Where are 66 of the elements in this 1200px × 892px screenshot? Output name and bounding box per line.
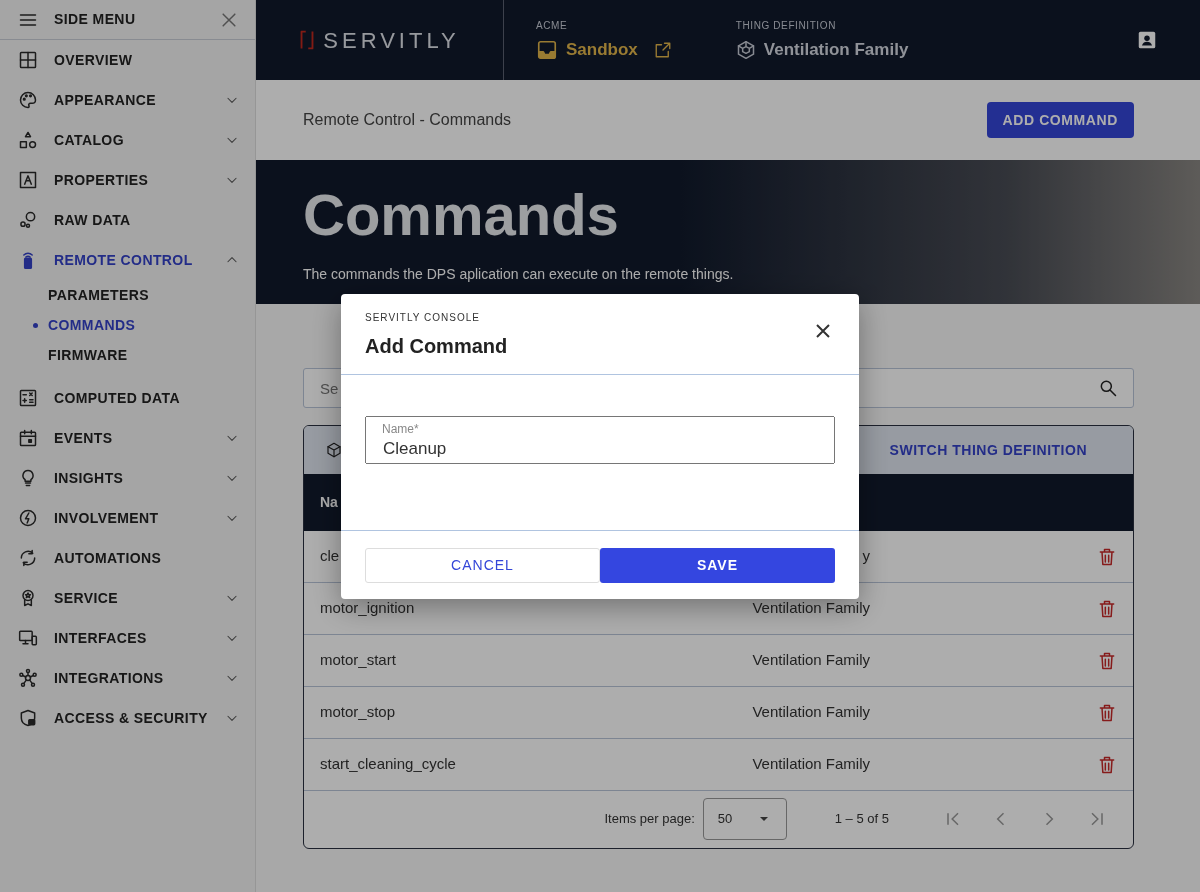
lightning-icon: [18, 508, 38, 528]
submenu-item[interactable]: FIRMWARE: [0, 340, 255, 370]
sidebar-title: SIDE MENU: [54, 10, 137, 29]
table-cell: Ventilation Family: [752, 599, 870, 617]
sidebar-item[interactable]: ACCESS & SECURITY: [0, 698, 255, 738]
sidebar-item[interactable]: COMPUTED DATA: [0, 378, 255, 418]
thing-definition-label: THING DEFINITION: [735, 18, 837, 33]
logo: SERVITLY: [299, 23, 460, 57]
devices-icon: [18, 628, 38, 648]
table-cell: motor_start: [320, 651, 396, 669]
table-cell: cle: [320, 547, 340, 565]
sidebar-item[interactable]: RAW DATA: [0, 200, 255, 240]
table-cell: motor_stop: [320, 703, 396, 721]
add-command-button[interactable]: ADD COMMAND: [986, 102, 1134, 138]
bubbles-icon: [18, 210, 38, 230]
column-header: Na: [320, 493, 338, 512]
page-title: Commands: [303, 181, 620, 249]
network-icon: [18, 668, 38, 688]
calculator-icon: [18, 388, 38, 408]
palette-icon: [18, 90, 38, 110]
cube-icon: [735, 39, 756, 60]
sidebar-item[interactable]: INTERFACES: [0, 618, 255, 658]
submenu-item[interactable]: PARAMETERS: [0, 280, 255, 310]
page-subtitle: The commands the DPS aplication can execute on the remote things.: [303, 265, 735, 284]
external-link-icon[interactable]: [653, 40, 672, 59]
table-cell: y: [862, 547, 870, 565]
switch-thing-definition-button[interactable]: SWITCH THING DEFINITION: [883, 438, 1093, 462]
dialog-title: Add Command: [365, 334, 508, 359]
table-cell: Ventilation Family: [752, 755, 870, 773]
account-icon[interactable]: [1136, 29, 1158, 51]
search-icon[interactable]: [1098, 378, 1118, 398]
table-cell: motor_ignition: [320, 599, 415, 617]
field-label: Name*: [382, 422, 419, 436]
tenant-name[interactable]: Sandbox: [566, 36, 638, 63]
cancel-button[interactable]: CANCEL: [365, 548, 600, 583]
table-cell: start_cleaning_cycle: [320, 755, 456, 773]
sidebar-item[interactable]: PROPERTIES: [0, 160, 255, 200]
sidebar-item[interactable]: INSIGHTS: [0, 458, 255, 498]
grid-icon: [18, 50, 38, 70]
shapes-icon: [18, 130, 38, 150]
refresh-icon: [18, 548, 38, 568]
cube-icon: [326, 442, 342, 458]
page-range: 1 – 5 of 5: [834, 810, 889, 829]
page-size-select[interactable]: 50: [702, 798, 787, 840]
sidebar-item[interactable]: APPEARANCE: [0, 80, 255, 120]
tenant-label: ACME: [536, 18, 569, 33]
sidebar-item[interactable]: INTEGRATIONS: [0, 658, 255, 698]
thing-definition-name: Ventilation Family: [763, 38, 909, 61]
letter-box-icon: [18, 170, 38, 190]
sidebar-item[interactable]: SERVICE: [0, 578, 255, 618]
sidebar-item[interactable]: EVENTS: [0, 418, 255, 458]
sidebar-item[interactable]: AUTOMATIONS: [0, 538, 255, 578]
sidebar-item[interactable]: OVERVIEW: [0, 40, 255, 80]
shield-lock-icon: [18, 708, 38, 728]
table-cell: Ventilation Family: [752, 703, 870, 721]
sidebar-item[interactable]: REMOTE CONTROL: [0, 240, 255, 280]
submenu-item[interactable]: COMMANDS: [0, 310, 255, 340]
calendar-icon: [18, 428, 38, 448]
table-cell: Ventilation Family: [752, 651, 870, 669]
dialog-overline: SERVITLY CONSOLE: [365, 311, 481, 325]
breadcrumb: Remote Control - Commands: [303, 110, 512, 130]
sidebar-item[interactable]: CATALOG: [0, 120, 255, 160]
sidebar-item[interactable]: INVOLVEMENT: [0, 498, 255, 538]
items-per-page-label: Items per page:: [604, 810, 695, 829]
inbox-icon: [536, 38, 558, 61]
save-button[interactable]: SAVE: [600, 548, 835, 583]
